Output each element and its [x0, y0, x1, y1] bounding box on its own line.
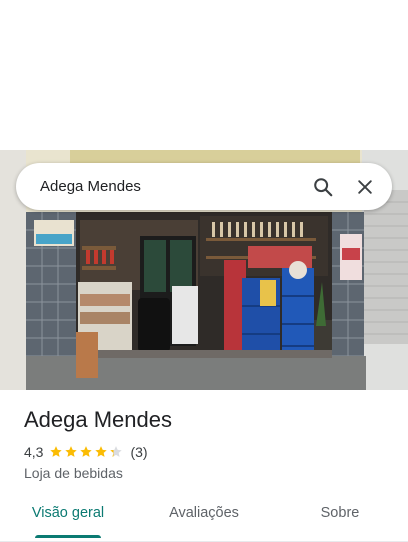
reviews-count[interactable]: (3) — [130, 444, 147, 460]
tab-label: Visão geral — [31, 504, 105, 521]
star-icon — [110, 446, 123, 457]
close-icon — [358, 179, 372, 194]
rating-stars — [49, 445, 124, 459]
search-icon — [314, 177, 333, 196]
search-input[interactable]: Adega Mendes — [40, 178, 298, 195]
rating-value: 4,3 — [24, 444, 44, 460]
star-icon — [95, 446, 108, 457]
tab-label: Avaliações — [169, 504, 239, 521]
clear-search-button[interactable] — [348, 170, 382, 204]
rating-row[interactable]: 4,3 (3) — [24, 444, 394, 460]
star-icon — [80, 446, 93, 457]
place-title: Adega Mendes — [24, 407, 172, 432]
place-category[interactable]: Loja de bebidas — [24, 465, 394, 481]
tab-label: Sobre — [320, 504, 360, 521]
star-icon — [50, 446, 63, 457]
place-info: Adega Mendes 4,3 (3) Loja de bebidas — [24, 406, 394, 481]
tab-avaliacoes[interactable]: Avaliações — [136, 492, 272, 541]
search-button[interactable] — [306, 170, 340, 204]
search-bar[interactable]: Adega Mendes — [16, 163, 392, 210]
tab-visao-geral[interactable]: Visão geral — [0, 492, 136, 541]
tab-sobre[interactable]: Sobre — [272, 492, 408, 541]
star-icon — [65, 446, 78, 457]
place-tabs: Visão geral Avaliações Sobre — [0, 492, 408, 542]
